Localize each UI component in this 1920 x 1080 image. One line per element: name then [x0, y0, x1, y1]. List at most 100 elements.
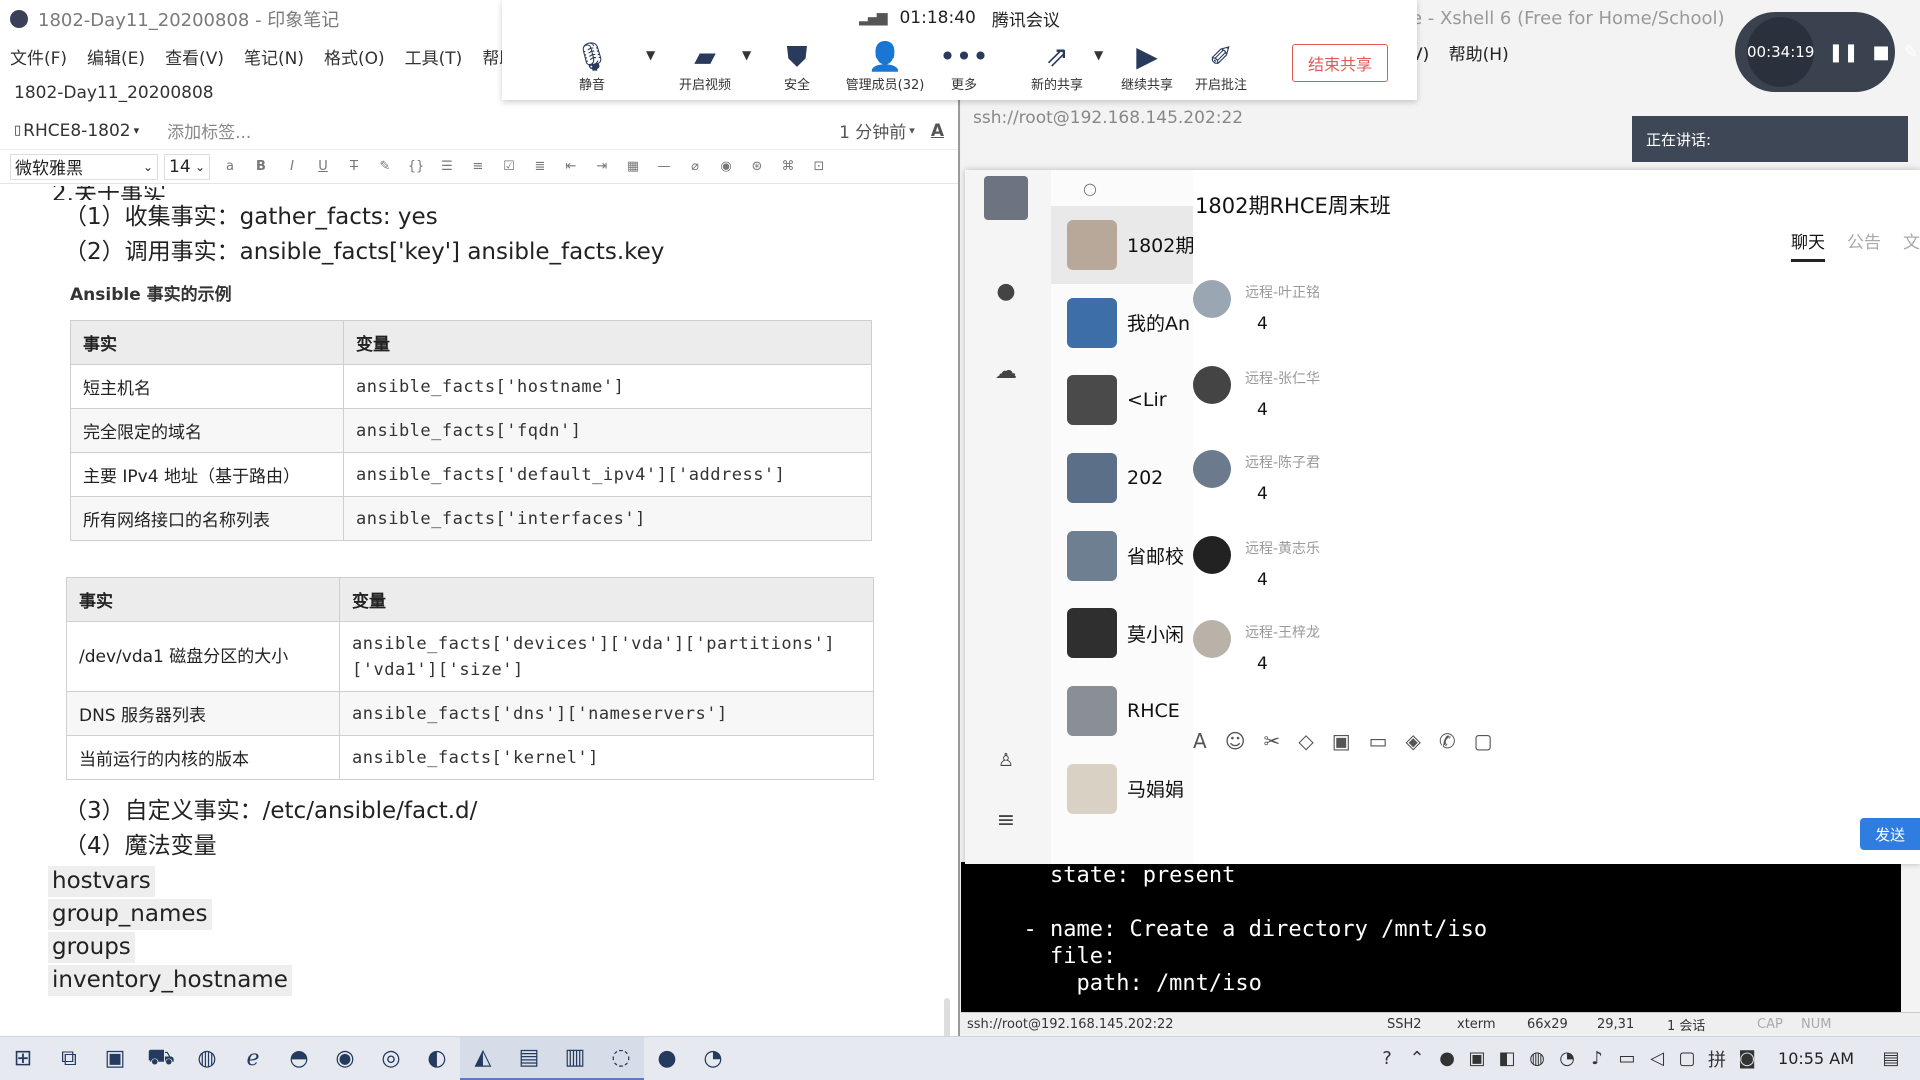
phone-icon[interactable]: ✆	[1439, 729, 1456, 753]
xshell-address[interactable]: ssh://root@192.168.145.202:22	[973, 108, 1243, 128]
pause-icon[interactable]: ❚❚	[1828, 42, 1858, 63]
more-button[interactable]: ••• 更多	[934, 40, 994, 93]
add-tag-input[interactable]: 添加标签...	[167, 118, 251, 143]
scrollbar[interactable]	[944, 998, 950, 1038]
chevron-down-icon[interactable]: ▼	[1094, 48, 1103, 62]
chevron-down-icon[interactable]: ▼	[742, 48, 751, 62]
store-icon[interactable]: ⛟	[138, 1037, 184, 1080]
menu-tools[interactable]: 工具(T)	[405, 44, 463, 69]
task-view-icon[interactable]: ⧉	[46, 1037, 92, 1080]
text-color-icon[interactable]: a	[219, 156, 241, 178]
app-tray-icon[interactable]: ◧	[1492, 1048, 1522, 1069]
shield-icon[interactable]: ◇	[1298, 729, 1313, 753]
link-icon[interactable]: ⊛	[746, 156, 768, 178]
microphone-icon[interactable]: ♪	[1582, 1048, 1612, 1069]
network-icon[interactable]: ▢	[1672, 1048, 1702, 1069]
app-tray-icon[interactable]: ▣	[1462, 1048, 1492, 1069]
conversation-item[interactable]: <Lir	[1051, 361, 1193, 439]
avatar[interactable]	[1193, 280, 1231, 318]
help-icon[interactable]: ?	[1372, 1048, 1402, 1069]
conversation-item[interactable]: 202	[1051, 439, 1193, 517]
note-content[interactable]: 2.关于事实 （1）收集事实：gather_facts: yes （2）调用事实…	[0, 186, 958, 1036]
app-icon[interactable]: ▤	[506, 1036, 552, 1080]
menu-view[interactable]: 查看(V)	[165, 44, 224, 69]
folder-icon[interactable]: ▭	[1369, 729, 1388, 753]
app-icon[interactable]: ◓	[276, 1037, 322, 1080]
app-icon[interactable]: ◎	[368, 1037, 414, 1080]
tab-notice[interactable]: 公告	[1847, 228, 1881, 262]
avatar[interactable]	[1193, 620, 1231, 658]
outdent-icon[interactable]: ⇤	[560, 156, 582, 178]
font-size-select[interactable]: 14 ⌄	[164, 153, 210, 180]
app-tray-icon[interactable]: ●	[1432, 1048, 1462, 1069]
app-icon[interactable]: ◭	[460, 1036, 506, 1080]
app-icon[interactable]: ●	[644, 1037, 690, 1080]
numbered-list-icon[interactable]: ≡	[467, 156, 489, 178]
menu-note[interactable]: 笔记(N)	[244, 44, 304, 69]
app-icon[interactable]: ◐	[414, 1037, 460, 1080]
new-share-button[interactable]: ⇗ 新的共享	[1024, 40, 1090, 93]
menu-format[interactable]: 格式(O)	[324, 44, 385, 69]
code-icon[interactable]: {}	[405, 156, 427, 178]
divider-icon[interactable]: —	[653, 156, 675, 178]
terminal[interactable]: state: present - name: Create a director…	[961, 862, 1901, 1012]
font-icon[interactable]: A	[1193, 729, 1207, 753]
cloud-icon[interactable]: ☁	[991, 356, 1021, 386]
clock[interactable]: 10:55 AM	[1778, 1049, 1854, 1068]
bullet-list-icon[interactable]: ☰	[436, 156, 458, 178]
chevron-down-icon[interactable]: ▼	[646, 48, 655, 62]
emoji-icon[interactable]: ☺	[1225, 729, 1246, 753]
scissors-icon[interactable]: ✂	[1264, 729, 1281, 753]
italic-icon[interactable]: I	[281, 156, 303, 178]
indent-icon[interactable]: ⇥	[591, 156, 613, 178]
app-icon[interactable]: ◌	[598, 1036, 644, 1080]
notebook-selector[interactable]: ▯ RHCE8-1802 ▾	[14, 121, 139, 141]
app-tray-icon[interactable]: ◙	[1732, 1048, 1762, 1069]
notification-icon[interactable]: ▤	[1876, 1048, 1906, 1069]
attach-icon[interactable]: ⌀	[684, 156, 706, 178]
avatar[interactable]	[984, 176, 1028, 220]
volume-icon[interactable]: ◁	[1642, 1048, 1672, 1069]
strikethrough-icon[interactable]: T	[343, 156, 365, 178]
app-tray-icon[interactable]: ◔	[1552, 1048, 1582, 1069]
record-icon[interactable]: ◉	[715, 156, 737, 178]
image-icon[interactable]: ▣	[1332, 729, 1351, 753]
modified-time[interactable]: 1 分钟前	[839, 118, 906, 143]
menu-edit[interactable]: 编辑(E)	[87, 44, 145, 69]
menu-icon[interactable]: ≡	[991, 805, 1021, 835]
edge-icon[interactable]: ℯ	[230, 1037, 276, 1080]
add-contact-icon[interactable]: ♙	[991, 745, 1021, 775]
bold-icon[interactable]: B	[250, 156, 272, 178]
send-button[interactable]: 发送	[1860, 818, 1920, 850]
ime-icon[interactable]: 拼	[1702, 1046, 1732, 1072]
windows-start-icon[interactable]: ⊞	[0, 1037, 46, 1080]
video-button[interactable]: ▰ 开启视频	[672, 40, 738, 93]
stop-icon[interactable]: ■	[1873, 42, 1890, 63]
tab-files[interactable]: 文	[1903, 228, 1920, 262]
conversation-item[interactable]: 省邮校	[1051, 517, 1193, 595]
clear-format-icon[interactable]: ⌘	[777, 156, 799, 178]
chat-icon[interactable]: ●	[991, 276, 1021, 306]
app-icon[interactable]: ▣	[92, 1037, 138, 1080]
xshell-menu-help[interactable]: 帮助(H)	[1449, 45, 1509, 65]
lock-icon[interactable]: ⊡	[808, 156, 830, 178]
pen-icon[interactable]: ✎	[1904, 42, 1919, 63]
underline-icon[interactable]: U	[312, 156, 334, 178]
members-button[interactable]: 👤 管理成员(32)	[842, 40, 928, 93]
avatar[interactable]	[1193, 366, 1231, 404]
avatar[interactable]	[1193, 450, 1231, 488]
conversation-item[interactable]: 莫小闲	[1051, 594, 1193, 672]
tab-chat[interactable]: 聊天	[1791, 228, 1825, 262]
app-icon[interactable]: ◔	[690, 1037, 736, 1080]
conversation-item[interactable]: 马娟娟	[1051, 750, 1193, 828]
calendar-icon[interactable]: ▢	[1474, 729, 1493, 753]
conversation-item[interactable]: 1802期	[1051, 206, 1193, 284]
chevron-up-icon[interactable]: ⌃	[1402, 1048, 1432, 1069]
battery-icon[interactable]: ▭	[1612, 1048, 1642, 1069]
conversation-item[interactable]: 我的An	[1051, 284, 1193, 362]
stop-share-button[interactable]: 结束共享	[1292, 44, 1388, 82]
font-color-icon[interactable]: A	[931, 121, 944, 141]
app-icon[interactable]: ◉	[322, 1037, 368, 1080]
font-family-select[interactable]: 微软雅黑 ⌄	[10, 153, 158, 180]
avatar[interactable]	[1193, 536, 1231, 574]
